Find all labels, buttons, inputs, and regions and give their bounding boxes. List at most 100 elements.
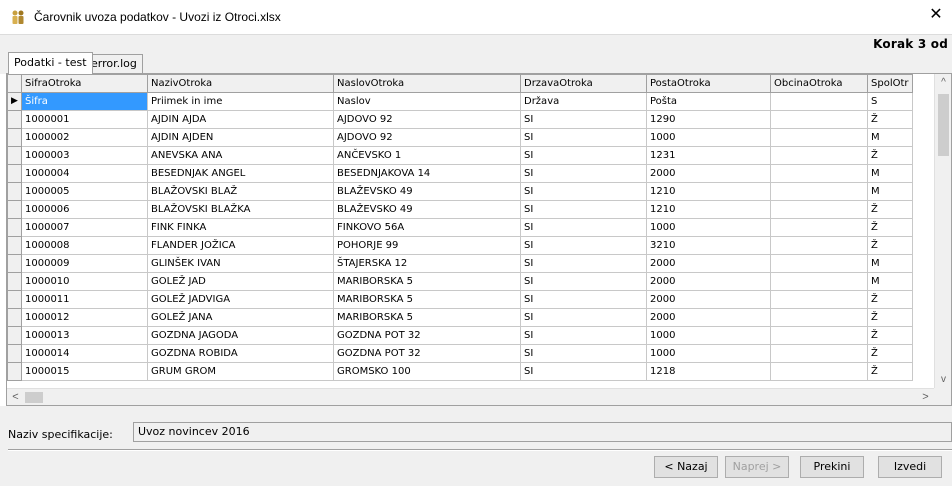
table-cell[interactable]: GLINŠEK IVAN bbox=[147, 254, 334, 273]
table-cell[interactable]: BLAŽOVSKI BLAŽKA bbox=[147, 200, 334, 219]
row-header[interactable] bbox=[7, 236, 22, 255]
table-row[interactable]: 1000013 GOZDNA JAGODA GOZDNA POT 32 SI 1000 Ž bbox=[7, 326, 913, 345]
table-row[interactable]: 1000002 AJDIN AJDEN AJDOVO 92 SI 1000 M bbox=[7, 128, 913, 147]
spec-name-field[interactable]: Uvoz novincev 2016 bbox=[133, 422, 952, 442]
table-cell[interactable]: Šifra bbox=[21, 92, 148, 111]
table-cell[interactable] bbox=[770, 182, 868, 201]
table-row[interactable]: 1000006 BLAŽOVSKI BLAŽKA BLAŽEVSKO 49 SI 121… bbox=[7, 200, 913, 219]
table-cell[interactable]: 1210 bbox=[646, 200, 771, 219]
table-row[interactable]: 1000011 GOLEŽ JADVIGA MARIBORSKA 5 SI 2000 Ž bbox=[7, 290, 913, 309]
run-button[interactable]: Izvedi bbox=[878, 456, 942, 478]
table-cell[interactable]: ŠTAJERSKA 12 bbox=[333, 254, 521, 273]
table-row[interactable]: ▶ Šifra Priimek in ime Naslov Država Pošta S bbox=[7, 92, 913, 111]
table-cell[interactable]: FINK FINKA bbox=[147, 218, 334, 237]
table-cell[interactable]: Ž bbox=[867, 110, 913, 129]
table-cell[interactable]: M bbox=[867, 128, 913, 147]
table-cell[interactable]: FLANDER JOŽICA bbox=[147, 236, 334, 255]
scroll-down-icon[interactable]: v bbox=[935, 371, 952, 388]
table-cell[interactable]: Ž bbox=[867, 146, 913, 165]
vertical-scrollbar[interactable]: ^ v bbox=[934, 74, 951, 388]
column-header[interactable]: NazivOtroka bbox=[147, 74, 334, 93]
table-cell[interactable]: 1000 bbox=[646, 128, 771, 147]
table-cell[interactable]: 1000004 bbox=[21, 164, 148, 183]
table-cell[interactable]: S bbox=[867, 92, 913, 111]
table-row[interactable]: 1000008 FLANDER JOŽICA POHORJE 99 SI 3210 Ž bbox=[7, 236, 913, 255]
table-cell[interactable]: MARIBORSKA 5 bbox=[333, 272, 521, 291]
column-header[interactable]: NaslovOtroka bbox=[333, 74, 521, 93]
table-cell[interactable]: Ž bbox=[867, 200, 913, 219]
table-cell[interactable]: 1000015 bbox=[21, 362, 148, 381]
table-cell[interactable]: GOZDNA ROBIDA bbox=[147, 344, 334, 363]
back-button[interactable]: < Nazaj bbox=[654, 456, 718, 478]
table-cell[interactable]: SI bbox=[520, 218, 647, 237]
table-cell[interactable]: 2000 bbox=[646, 308, 771, 327]
column-header[interactable]: DrzavaOtroka bbox=[520, 74, 647, 93]
table-cell[interactable]: SI bbox=[520, 200, 647, 219]
table-cell[interactable]: BLAŽOVSKI BLAŽ bbox=[147, 182, 334, 201]
table-cell[interactable]: POHORJE 99 bbox=[333, 236, 521, 255]
column-header[interactable]: PostaOtroka bbox=[646, 74, 771, 93]
table-cell[interactable]: SI bbox=[520, 164, 647, 183]
table-cell[interactable] bbox=[770, 362, 868, 381]
table-cell[interactable] bbox=[770, 272, 868, 291]
scroll-left-icon[interactable]: < bbox=[7, 389, 24, 406]
scroll-right-icon[interactable]: > bbox=[917, 389, 934, 406]
row-header[interactable] bbox=[7, 182, 22, 201]
horizontal-scroll-thumb[interactable] bbox=[25, 392, 43, 403]
row-header[interactable] bbox=[7, 128, 22, 147]
table-row[interactable]: 1000015 GRUM GROM GROMSKO 100 SI 1218 Ž bbox=[7, 362, 913, 381]
table-cell[interactable]: Ž bbox=[867, 344, 913, 363]
table-cell[interactable]: AJDOVO 92 bbox=[333, 110, 521, 129]
column-header[interactable]: ObcinaOtroka bbox=[770, 74, 868, 93]
scroll-up-icon[interactable]: ^ bbox=[935, 74, 952, 91]
table-cell[interactable]: SI bbox=[520, 326, 647, 345]
table-cell[interactable]: 2000 bbox=[646, 290, 771, 309]
table-cell[interactable]: MARIBORSKA 5 bbox=[333, 308, 521, 327]
table-cell[interactable]: 1000003 bbox=[21, 146, 148, 165]
tab-error-log[interactable]: error.log bbox=[85, 54, 143, 74]
table-cell[interactable]: Ž bbox=[867, 236, 913, 255]
row-header[interactable] bbox=[7, 326, 22, 345]
table-cell[interactable]: BLAŽEVSKO 49 bbox=[333, 200, 521, 219]
tab-podatki-test[interactable]: Podatki - test bbox=[8, 52, 93, 74]
table-row[interactable]: 1000007 FINK FINKA FINKOVO 56A SI 1000 Ž bbox=[7, 218, 913, 237]
row-header[interactable] bbox=[7, 110, 22, 129]
table-cell[interactable]: AJDIN AJDA bbox=[147, 110, 334, 129]
table-cell[interactable]: SI bbox=[520, 272, 647, 291]
row-header[interactable] bbox=[7, 218, 22, 237]
table-row[interactable]: 1000009 GLINŠEK IVAN ŠTAJERSKA 12 SI 2000 M bbox=[7, 254, 913, 273]
row-header[interactable] bbox=[7, 290, 22, 309]
table-cell[interactable]: 1000005 bbox=[21, 182, 148, 201]
table-cell[interactable]: GOLEŽ JADVIGA bbox=[147, 290, 334, 309]
table-cell[interactable] bbox=[770, 308, 868, 327]
cancel-button[interactable]: Prekini bbox=[800, 456, 864, 478]
table-cell[interactable]: FINKOVO 56A bbox=[333, 218, 521, 237]
horizontal-scrollbar[interactable]: < > bbox=[7, 388, 934, 405]
table-cell[interactable]: 1000009 bbox=[21, 254, 148, 273]
table-cell[interactable] bbox=[770, 236, 868, 255]
table-cell[interactable]: SI bbox=[520, 290, 647, 309]
table-cell[interactable]: 1231 bbox=[646, 146, 771, 165]
table-cell[interactable]: SI bbox=[520, 182, 647, 201]
table-cell[interactable]: 1000012 bbox=[21, 308, 148, 327]
row-header[interactable]: ▶ bbox=[7, 92, 22, 111]
table-cell[interactable]: 1210 bbox=[646, 182, 771, 201]
table-cell[interactable]: ANČEVSKO 1 bbox=[333, 146, 521, 165]
table-cell[interactable] bbox=[770, 128, 868, 147]
table-cell[interactable]: 2000 bbox=[646, 272, 771, 291]
table-cell[interactable] bbox=[770, 110, 868, 129]
row-header[interactable] bbox=[7, 200, 22, 219]
table-row[interactable]: 1000004 BESEDNJAK ANGEL BESEDNJAKOVA 14 SI 2… bbox=[7, 164, 913, 183]
table-cell[interactable]: 1000006 bbox=[21, 200, 148, 219]
table-cell[interactable]: SI bbox=[520, 308, 647, 327]
column-header[interactable]: SpolOtr bbox=[867, 74, 913, 93]
table-row[interactable]: 1000005 BLAŽOVSKI BLAŽ BLAŽEVSKO 49 SI 1210 M bbox=[7, 182, 913, 201]
table-cell[interactable]: 1000001 bbox=[21, 110, 148, 129]
row-header[interactable] bbox=[7, 272, 22, 291]
table-cell[interactable]: M bbox=[867, 272, 913, 291]
table-cell[interactable]: 1000010 bbox=[21, 272, 148, 291]
table-cell[interactable]: 1000007 bbox=[21, 218, 148, 237]
table-cell[interactable]: 1290 bbox=[646, 110, 771, 129]
table-cell[interactable]: Ž bbox=[867, 308, 913, 327]
table-cell[interactable]: Ž bbox=[867, 290, 913, 309]
